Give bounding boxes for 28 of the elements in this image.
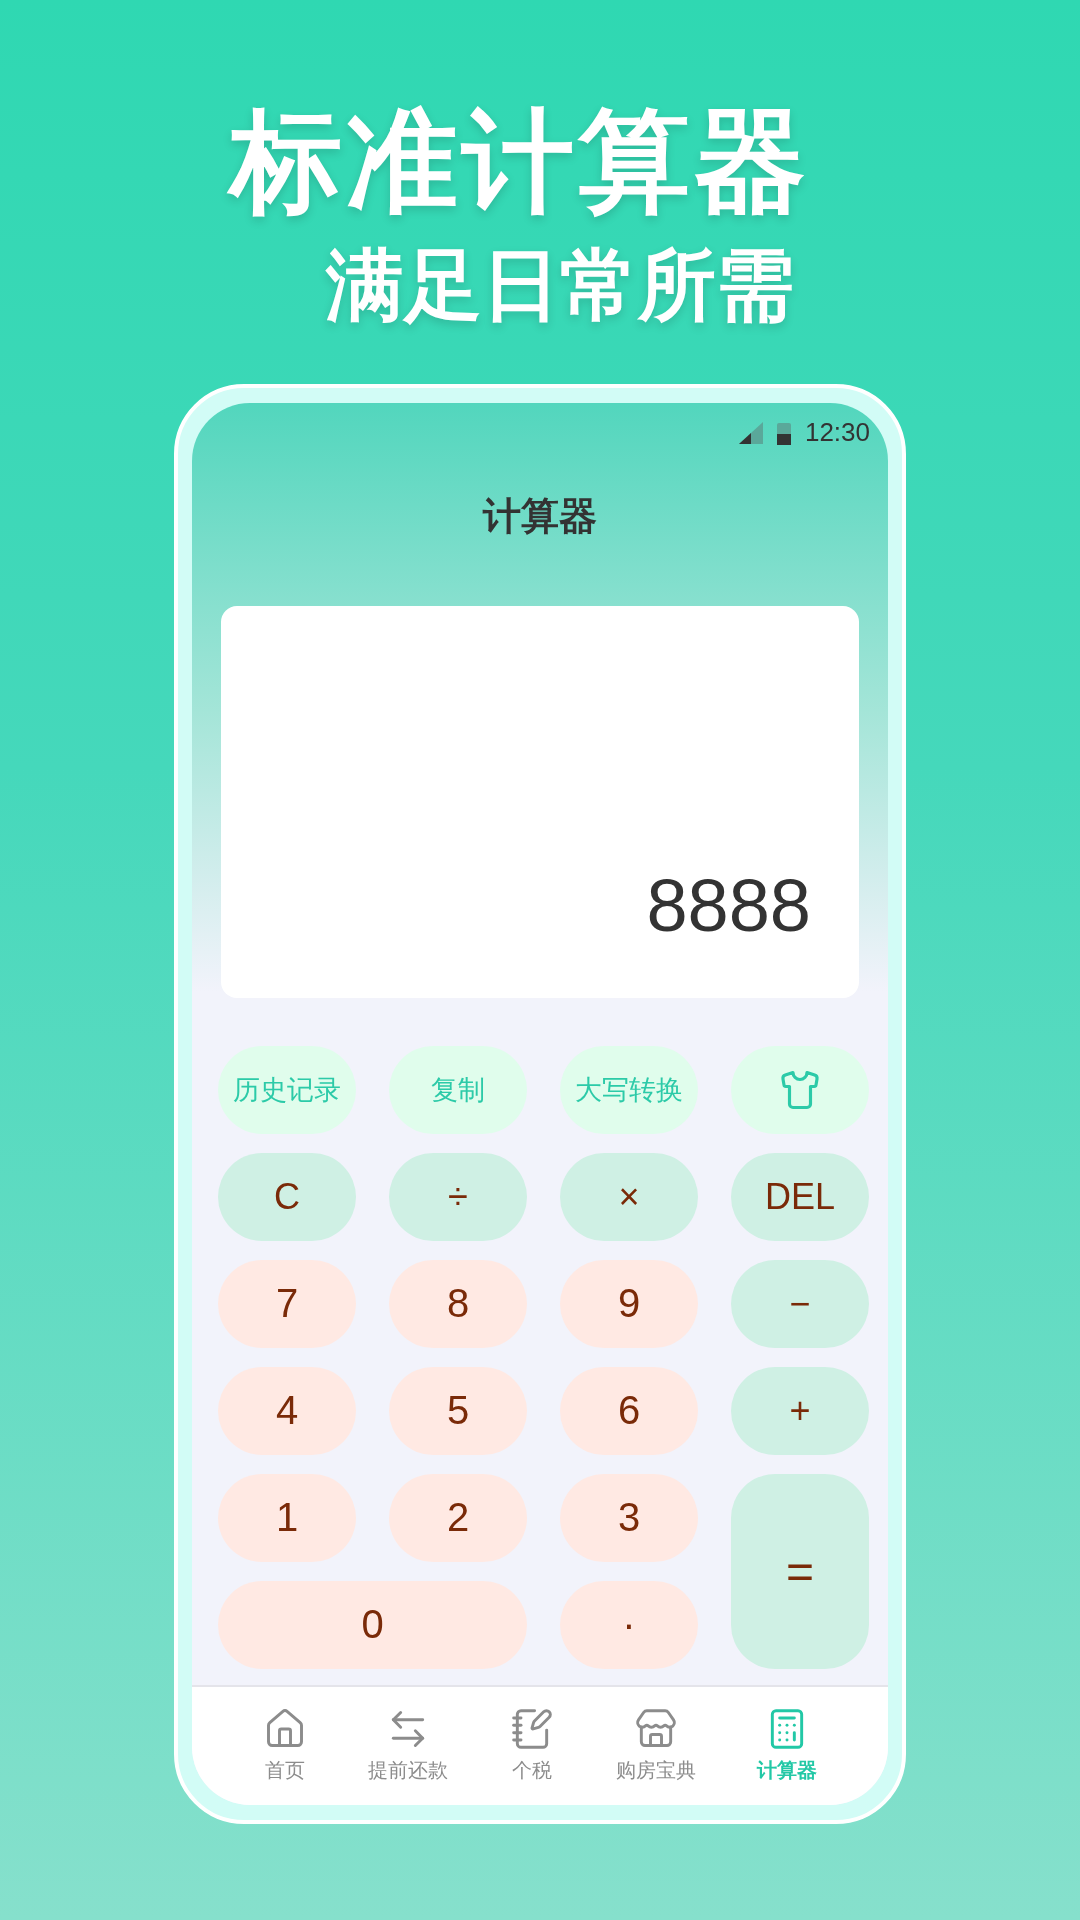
status-time: 12:30 (804, 417, 870, 449)
calc-key[interactable]: = (731, 1474, 869, 1669)
calc-key[interactable]: 4 (218, 1367, 356, 1455)
display-value: 8888 (646, 863, 811, 948)
signal-icon (738, 422, 763, 444)
calc-key[interactable]: × (560, 1153, 698, 1241)
calc-key[interactable]: 6 (560, 1367, 698, 1455)
battery-icon (776, 421, 791, 445)
subheadline: 满足日常所需 (326, 243, 794, 329)
calc-key[interactable]: − (731, 1260, 869, 1348)
calc-key[interactable]: 5 (389, 1367, 527, 1455)
calc-key[interactable]: · (560, 1581, 698, 1669)
calc-key[interactable]: 9 (560, 1260, 698, 1348)
nav-tab[interactable]: 个税 (510, 1707, 554, 1785)
nav-tab[interactable]: 提前还款 (368, 1707, 449, 1785)
calc-key[interactable]: C (218, 1153, 356, 1241)
calc-key[interactable]: 3 (560, 1474, 698, 1562)
notebook-pen-icon (510, 1707, 554, 1752)
calc-key[interactable]: ÷ (389, 1153, 527, 1241)
calc-key[interactable]: + (731, 1367, 869, 1455)
calc-key[interactable]: 7 (218, 1260, 356, 1348)
calc-key[interactable]: 2 (389, 1474, 527, 1562)
screen-title: 计算器 (481, 493, 598, 540)
calc-key[interactable]: DEL (731, 1153, 869, 1241)
calc-key[interactable]: 0 (218, 1581, 527, 1669)
calc-key[interactable]: 8 (389, 1260, 527, 1348)
shirt-icon (779, 1069, 821, 1111)
calc-key[interactable]: 1 (218, 1474, 356, 1562)
